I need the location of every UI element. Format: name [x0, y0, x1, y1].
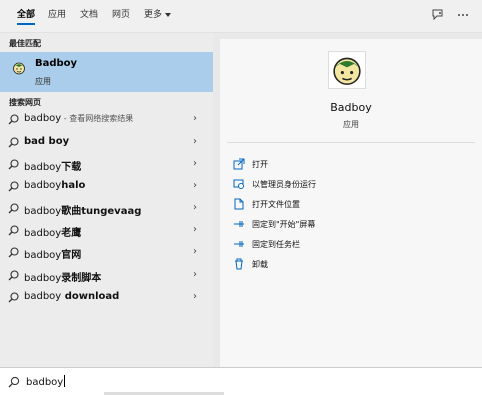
tab-all[interactable]: 全部 [17, 9, 36, 25]
web-result-hint: - 查看网络搜索结果 [61, 114, 134, 123]
search-icon [8, 181, 19, 192]
web-result-label: badboy - 查看网络搜索结果 [24, 113, 133, 124]
search-input-value: badboy [26, 377, 64, 388]
text-cursor [64, 375, 66, 387]
web-result-label: badboy官网 [24, 246, 81, 261]
badboy-app-icon [13, 62, 25, 75]
web-result-label: bad boy [24, 136, 69, 147]
chevron-right-icon[interactable]: › [193, 269, 197, 280]
tab-more-label: 更多 [144, 10, 163, 20]
best-match-type: 应用 [35, 77, 51, 86]
suggestion-bold: bad boy [24, 136, 70, 147]
search-icon [8, 114, 19, 125]
preview-pane: Badboy 应用 打开 以管理员身份运行 打开文件位置 固定到"开始"屏幕 固… [220, 39, 482, 367]
action-pin-to-start[interactable]: 固定到"开始"屏幕 [230, 217, 450, 233]
web-search-heading: 搜索网页 [9, 98, 41, 107]
query-text: badboy [24, 250, 62, 261]
web-result-item[interactable]: badboy - 查看网络搜索结果 › [0, 109, 213, 131]
action-run-as-admin[interactable]: 以管理员身份运行 [230, 177, 450, 193]
query-text: badboy [24, 113, 62, 124]
query-text: badboy [24, 180, 62, 191]
app-name: Badboy [330, 101, 372, 114]
pin-taskbar-icon [234, 241, 244, 247]
action-open[interactable]: 打开 [230, 157, 450, 173]
query-text: badboy [24, 206, 62, 217]
web-result-label: badboy录制脚本 [24, 269, 101, 284]
web-result-item[interactable]: badboy下载 › [0, 154, 213, 176]
trash-icon [235, 258, 243, 270]
chevron-right-icon[interactable]: › [193, 246, 197, 257]
chevron-right-icon[interactable]: › [193, 158, 197, 169]
query-text: badboy [24, 228, 62, 239]
chevron-right-icon[interactable]: › [193, 180, 197, 191]
web-result-item[interactable]: badboy官网 › [0, 242, 213, 264]
best-match-heading: 最佳匹配 [9, 39, 41, 48]
admin-shield-icon [233, 179, 244, 189]
action-uninstall[interactable]: 卸载 [230, 257, 450, 273]
chevron-right-icon[interactable]: › [193, 202, 197, 213]
divider [227, 142, 475, 143]
tab-apps[interactable]: 应用 [48, 9, 66, 25]
more-options-icon[interactable] [456, 8, 470, 22]
action-label: 打开 [252, 160, 268, 169]
web-result-label: badboy老鹰 [24, 224, 81, 239]
search-icon [8, 247, 19, 258]
search-icon [8, 376, 20, 388]
suggestion-bold: halo [61, 180, 86, 191]
search-icon [8, 159, 19, 170]
web-result-label: badboyhalo [24, 180, 85, 191]
search-icon [8, 203, 19, 214]
search-icon [8, 225, 19, 236]
search-input[interactable]: badboy [26, 375, 66, 388]
web-result-label: badboy下载 [24, 158, 81, 173]
app-type: 应用 [343, 120, 359, 129]
web-result-item[interactable]: badboy老鹰 › [0, 220, 213, 242]
open-icon [233, 158, 245, 170]
tab-more[interactable]: 更多 [144, 9, 172, 25]
chevron-right-icon[interactable]: › [193, 136, 197, 147]
chevron-right-icon[interactable]: › [193, 291, 197, 302]
file-location-icon [234, 198, 244, 210]
action-label: 卸载 [252, 260, 268, 269]
action-label: 以管理员身份运行 [252, 180, 316, 189]
chevron-right-icon[interactable]: › [193, 113, 197, 124]
query-text: badboy [24, 162, 62, 173]
search-box[interactable]: badboy [0, 367, 482, 395]
best-match-item[interactable]: Badboy 应用 [0, 52, 213, 92]
badboy-app-icon [333, 57, 361, 85]
best-match-name: Badboy [35, 58, 78, 69]
suggestion-bold: 官网 [61, 250, 82, 261]
web-result-item[interactable]: bad boy › [0, 132, 213, 154]
tab-documents[interactable]: 文档 [80, 9, 98, 25]
action-label: 固定到任务栏 [252, 240, 300, 249]
web-result-label: badboy download [24, 291, 119, 302]
chevron-right-icon[interactable]: › [193, 224, 197, 235]
web-result-label: badboy歌曲tungevaag [24, 202, 141, 217]
action-label: 打开文件位置 [252, 200, 300, 209]
search-filter-bar: 全部 应用 文档 网页 更多 [0, 0, 482, 33]
chevron-down-icon [165, 12, 172, 17]
feedback-icon[interactable] [431, 8, 445, 22]
web-result-item[interactable]: badboy录制脚本 › [0, 265, 213, 287]
pin-start-icon [234, 221, 244, 227]
search-icon [8, 270, 19, 281]
suggestion-bold: 老鹰 [61, 228, 82, 239]
search-icon [8, 137, 19, 148]
web-result-item[interactable]: badboy歌曲tungevaag › [0, 198, 213, 220]
web-result-item[interactable]: badboy download › [0, 287, 213, 309]
suggestion-bold: 下载 [61, 162, 82, 173]
search-icon [8, 292, 19, 303]
app-preview-icon [328, 51, 366, 89]
suggestion-bold: 录制脚本 [61, 273, 102, 284]
action-pin-to-taskbar[interactable]: 固定到任务栏 [230, 237, 450, 253]
suggestion-bold: download [61, 291, 120, 302]
results-pane: 最佳匹配 Badboy 应用 搜索网页 badboy - 查看网络搜索结果 › … [0, 33, 213, 367]
query-text: badboy [24, 273, 62, 284]
action-label: 固定到"开始"屏幕 [252, 220, 316, 229]
suggestion-bold: 歌曲tungevaag [61, 206, 142, 217]
web-result-item[interactable]: badboyhalo › [0, 176, 213, 198]
query-text: badboy [24, 291, 62, 302]
action-open-file-location[interactable]: 打开文件位置 [230, 197, 450, 213]
tab-web[interactable]: 网页 [112, 9, 130, 25]
